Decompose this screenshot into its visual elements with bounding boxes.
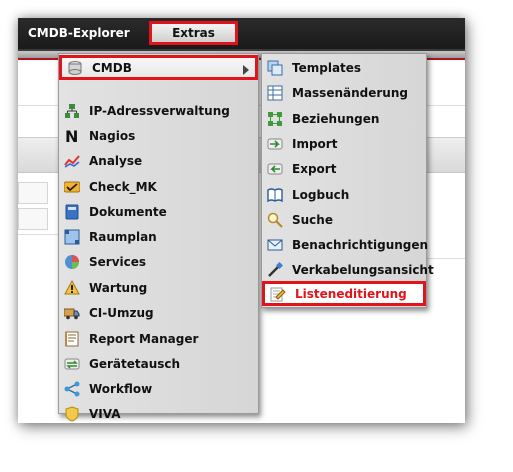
menu-item-label: Nagios <box>89 128 136 143</box>
document-icon <box>64 204 80 220</box>
submenu-item-templates[interactable]: Templates <box>262 55 426 80</box>
app-window: CMDB-Explorer Extras CMDB IP-Adressverwa… <box>18 18 465 423</box>
menu-item-label: Analyse <box>89 153 143 168</box>
menu-item-label: IP-Adressverwaltung <box>89 103 230 118</box>
submenu-item-beziehungen[interactable]: Beziehungen <box>262 106 426 131</box>
background-field <box>18 208 48 230</box>
menu-item-nagios[interactable]: N Nagios <box>59 123 258 148</box>
top-navigation-bar: CMDB-Explorer Extras <box>18 18 465 51</box>
submenu-item-export[interactable]: Export <box>262 156 426 181</box>
list-edit-icon <box>270 286 286 302</box>
menu-item-analyse[interactable]: Analyse <box>59 148 258 173</box>
menu-item-services[interactable]: Services <box>59 249 258 274</box>
menu-item-label: CI-Umzug <box>89 305 154 320</box>
menu-item-label: Beziehungen <box>292 111 380 126</box>
menu-item-ip-adressverwaltung[interactable]: IP-Adressverwaltung <box>59 98 258 123</box>
menu-item-raumplan[interactable]: Raumplan <box>59 224 258 249</box>
menu-item-geraetetausch[interactable]: Gerätetausch <box>59 351 258 376</box>
menu-item-check-mk[interactable]: Check_MK <box>59 174 258 199</box>
truck-icon <box>64 305 80 321</box>
analysis-icon <box>64 153 80 169</box>
ip-network-icon <box>64 103 80 119</box>
menu-item-label: Massenänderung <box>292 85 408 100</box>
envelope-icon <box>267 237 283 253</box>
menu-item-label: Verkabelungsansicht <box>292 262 434 277</box>
submenu-item-import[interactable]: Import <box>262 131 426 156</box>
workflow-icon <box>64 381 80 397</box>
shield-icon <box>64 405 80 422</box>
menu-item-label: Dokumente <box>89 204 167 219</box>
menu-item-label: Gerätetausch <box>89 356 181 371</box>
background-field <box>18 182 48 204</box>
cmdb-submenu: Templates Massenänderung Beziehungen Imp… <box>261 53 434 308</box>
divider <box>18 234 58 235</box>
templates-icon <box>267 60 283 76</box>
services-pie-icon <box>64 254 80 270</box>
bulk-change-icon <box>267 85 283 101</box>
cable-icon <box>267 261 283 278</box>
menu-item-viva[interactable]: VIVA <box>59 401 258 423</box>
menu-item-label: VIVA <box>89 406 121 421</box>
menu-item-workflow[interactable]: Workflow <box>59 376 258 401</box>
menu-item-label: Logbuch <box>292 187 350 202</box>
menu-item-label: Benachrichtigungen <box>292 237 429 252</box>
floorplan-icon <box>64 229 80 245</box>
cmdb-icon <box>67 60 83 76</box>
menu-item-label: Raumplan <box>89 229 157 244</box>
menu-item-cmdb[interactable]: CMDB <box>59 55 258 80</box>
maintenance-icon <box>64 279 80 296</box>
search-icon <box>267 212 283 228</box>
submenu-item-logbuch[interactable]: Logbuch <box>262 182 426 207</box>
svg-text:N: N <box>65 128 78 144</box>
submenu-arrow-icon <box>243 65 249 75</box>
report-icon <box>64 331 80 347</box>
submenu-item-verkabelungsansicht[interactable]: Verkabelungsansicht <box>262 257 434 282</box>
menu-item-dokumente[interactable]: Dokumente <box>59 199 258 224</box>
import-icon <box>267 136 283 152</box>
submenu-item-suche[interactable]: Suche <box>262 207 426 232</box>
menu-item-label: Templates <box>292 60 362 75</box>
menu-item-label: Report Manager <box>89 331 199 346</box>
extras-dropdown-menu: CMDB IP-Adressverwaltung N Nagios Analys… <box>58 53 259 422</box>
menu-item-wartung[interactable]: Wartung <box>59 275 258 300</box>
checkmk-icon <box>64 179 80 195</box>
menu-item-label: Import <box>292 136 338 151</box>
menu-item-label: Suche <box>292 212 333 227</box>
relations-icon <box>267 111 283 127</box>
submenu-item-listeneditierung[interactable]: Listeneditierung <box>262 281 426 306</box>
menu-item-label: Workflow <box>89 381 153 396</box>
menu-item-label: CMDB <box>92 60 132 75</box>
submenu-item-massenaenderung[interactable]: Massenänderung <box>262 80 426 105</box>
menu-item-report-manager[interactable]: Report Manager <box>59 326 258 351</box>
menu-item-ci-umzug[interactable]: CI-Umzug <box>59 300 258 325</box>
cmdb-explorer-menu[interactable]: CMDB-Explorer <box>28 26 130 40</box>
menu-item-label: Listeneditierung <box>295 286 407 301</box>
logbook-icon <box>267 187 283 203</box>
menu-item-label: Services <box>89 254 147 269</box>
extras-menu-button[interactable]: Extras <box>149 21 238 45</box>
menu-item-label: Wartung <box>89 280 148 295</box>
menu-item-label: Check_MK <box>89 179 157 194</box>
export-icon <box>267 161 283 177</box>
swap-icon <box>64 356 80 372</box>
submenu-item-benachrichtigungen[interactable]: Benachrichtigungen <box>262 232 429 257</box>
menu-item-label: Export <box>292 161 337 176</box>
nagios-icon: N <box>64 128 80 144</box>
